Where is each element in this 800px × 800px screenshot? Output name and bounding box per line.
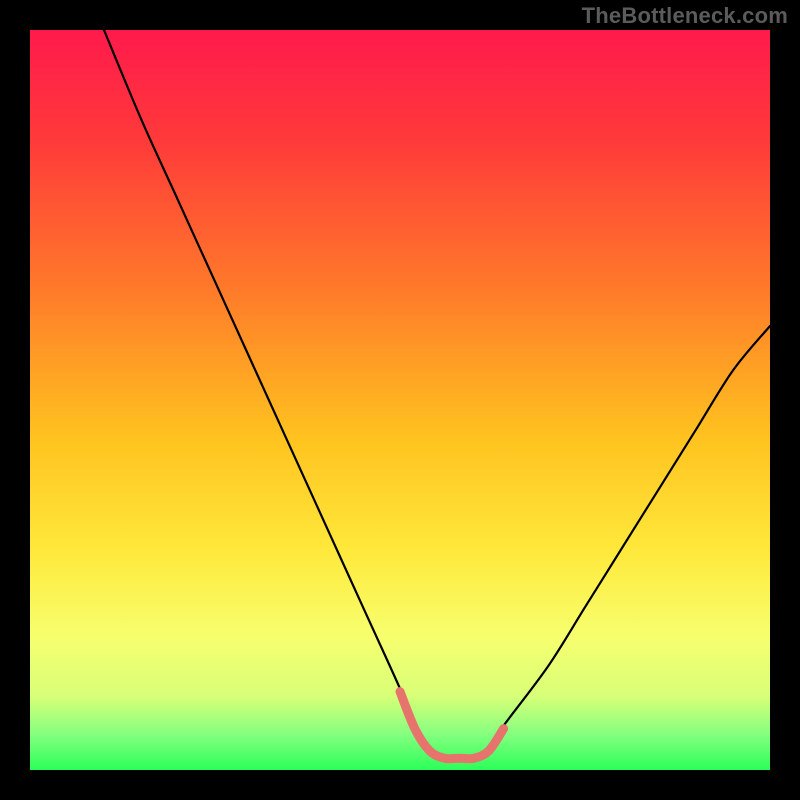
chart-svg (30, 30, 770, 770)
chart-frame: TheBottleneck.com (0, 0, 800, 800)
plot-area (30, 30, 770, 770)
gradient-background (30, 30, 770, 770)
watermark-text: TheBottleneck.com (582, 3, 788, 29)
